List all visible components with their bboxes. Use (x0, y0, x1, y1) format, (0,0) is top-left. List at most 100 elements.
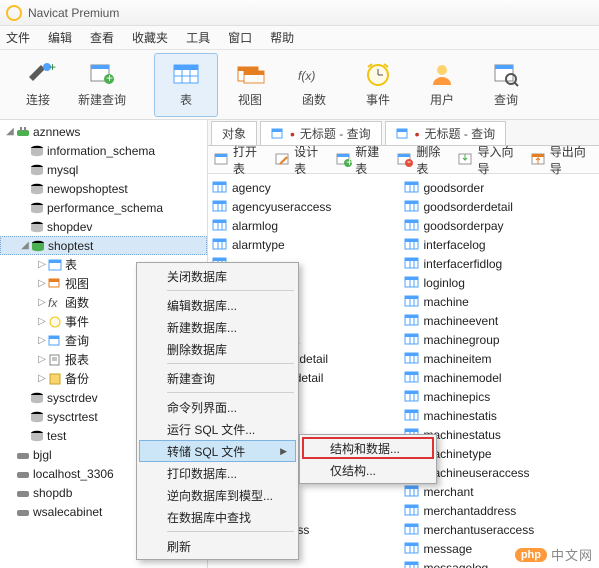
export-wizard-button[interactable]: 导出向导 (531, 143, 593, 177)
table-row[interactable]: machinestatis (404, 406, 596, 425)
menu-view[interactable]: 查看 (90, 29, 114, 46)
table-icon (171, 61, 201, 87)
table-row[interactable]: alarmtype (212, 235, 404, 254)
ctx-new-query[interactable]: 新建查询 (139, 367, 296, 389)
db-node[interactable]: performance_schema (0, 198, 207, 217)
db-node[interactable]: newopshoptest (0, 179, 207, 198)
table-row[interactable]: machineitem (404, 349, 596, 368)
expand-icon[interactable]: ◢ (19, 240, 31, 251)
db-node[interactable]: information_schema (0, 141, 207, 160)
query-icon (271, 128, 285, 140)
svg-text:+: + (346, 155, 353, 169)
delete-table-button[interactable]: -删除表 (397, 143, 448, 177)
context-menu[interactable]: 关闭数据库 编辑数据库... 新建数据库... 删除数据库 新建查询 命令列界面… (136, 262, 299, 560)
table-name: merchant (424, 485, 474, 499)
table-row[interactable]: goodsorder (404, 178, 596, 197)
collapse-icon[interactable]: ▷ (36, 259, 48, 270)
toolbar-function[interactable]: f(x) 函数 (282, 53, 346, 117)
main-area: ◢ aznnews information_schema mysql newop… (0, 120, 599, 568)
toolbar-query[interactable]: 查询 (474, 53, 538, 117)
table-icon (404, 276, 420, 290)
table-row[interactable]: merchant (404, 482, 596, 501)
table-name: loginlog (424, 276, 465, 290)
ctx-reverse[interactable]: 逆向数据库到模型... (139, 484, 296, 506)
table-row[interactable]: alarmlog (212, 216, 404, 235)
menu-tools[interactable]: 工具 (186, 29, 210, 46)
ctx-dump-sql[interactable]: 转储 SQL 文件▶ (139, 440, 296, 462)
import-wizard-button[interactable]: 导入向导 (458, 143, 520, 177)
table-row[interactable]: merchantaddress (404, 501, 596, 520)
db-node[interactable]: shopdev (0, 217, 207, 236)
db-node-selected[interactable]: ◢shoptest (0, 236, 207, 255)
table-row[interactable]: goodsorderpay (404, 216, 596, 235)
menu-window[interactable]: 窗口 (228, 29, 252, 46)
ctx-delete-db[interactable]: 删除数据库 (139, 338, 296, 360)
database-icon (30, 430, 44, 442)
table-row[interactable]: interfacelog (404, 235, 596, 254)
toolbar-new-query[interactable]: + 新建查询 (70, 53, 134, 117)
table-name: machine (424, 295, 469, 309)
toolbar-view[interactable]: 视图 (218, 53, 282, 117)
submenu-struct-only[interactable]: 仅结构... (302, 459, 434, 481)
watermark-text: 中文网 (551, 545, 593, 564)
menu-file[interactable]: 文件 (6, 29, 30, 46)
table-row[interactable]: agency (212, 178, 404, 197)
view-icon (48, 278, 62, 290)
new-table-button[interactable]: +新建表 (336, 143, 387, 177)
ctx-close-db[interactable]: 关闭数据库 (139, 265, 296, 287)
design-table-button[interactable]: 设计表 (275, 143, 326, 177)
table-icon (404, 314, 420, 328)
table-icon (48, 259, 62, 271)
menu-edit[interactable]: 编辑 (48, 29, 72, 46)
tab-query-1[interactable]: •无标题 - 查询 (260, 121, 382, 145)
ctx-edit-db[interactable]: 编辑数据库... (139, 294, 296, 316)
grid-plus-icon: + (87, 61, 117, 87)
toolbar-connect[interactable]: + 连接 (6, 53, 70, 117)
menu-favorites[interactable]: 收藏夹 (132, 29, 168, 46)
table-row[interactable]: machinepics (404, 387, 596, 406)
toolbar-table[interactable]: 表 (154, 53, 218, 117)
table-row[interactable]: machinemodel (404, 368, 596, 387)
table-name: goodsorderpay (424, 219, 504, 233)
table-row[interactable]: machineevent (404, 311, 596, 330)
table-name: machineuseraccess (424, 466, 530, 480)
table-row[interactable]: agencyuseraccess (212, 197, 404, 216)
backup-icon (48, 373, 62, 385)
connection-icon (16, 505, 30, 519)
menu-help[interactable]: 帮助 (270, 29, 294, 46)
table-name: interfacelog (424, 238, 486, 252)
db-node[interactable]: mysql (0, 160, 207, 179)
table-row[interactable]: interfacerfidlog (404, 254, 596, 273)
import-icon (458, 152, 474, 168)
user-icon (427, 61, 457, 87)
separator (167, 392, 294, 393)
tab-query-2[interactable]: •无标题 - 查询 (385, 121, 507, 145)
table-row[interactable]: loginlog (404, 273, 596, 292)
table-name: interfacerfidlog (424, 257, 503, 271)
tab-objects[interactable]: 对象 (211, 121, 257, 145)
database-icon (30, 392, 44, 404)
table-row[interactable]: merchantuseraccess (404, 520, 596, 539)
table-row[interactable]: machinegroup (404, 330, 596, 349)
expand-icon[interactable]: ◢ (4, 126, 16, 137)
submenu-struct-data[interactable]: 结构和数据... (302, 437, 434, 459)
toolbar-event[interactable]: 事件 (346, 53, 410, 117)
ctx-run-sql[interactable]: 运行 SQL 文件... (139, 418, 296, 440)
ctx-find-in-db[interactable]: 在数据库中查找 (139, 506, 296, 528)
ctx-new-db[interactable]: 新建数据库... (139, 316, 296, 338)
table-row[interactable]: goodsorderdetail (404, 197, 596, 216)
export-icon (531, 152, 547, 168)
fx-icon: f(x) (299, 61, 329, 87)
conn-node[interactable]: ◢ aznnews (0, 122, 207, 141)
ctx-cmd[interactable]: 命令列界面... (139, 396, 296, 418)
open-table-button[interactable]: 打开表 (214, 143, 265, 177)
table-name: alarmtype (232, 238, 285, 252)
database-icon (30, 145, 44, 157)
table-row[interactable]: machine (404, 292, 596, 311)
toolbar-user[interactable]: 用户 (410, 53, 474, 117)
svg-text:-: - (407, 154, 411, 168)
plug-icon: + (23, 61, 53, 87)
ctx-refresh[interactable]: 刷新 (139, 535, 296, 557)
ctx-print-db[interactable]: 打印数据库... (139, 462, 296, 484)
submenu-dump-sql[interactable]: 结构和数据... 仅结构... (299, 434, 437, 484)
